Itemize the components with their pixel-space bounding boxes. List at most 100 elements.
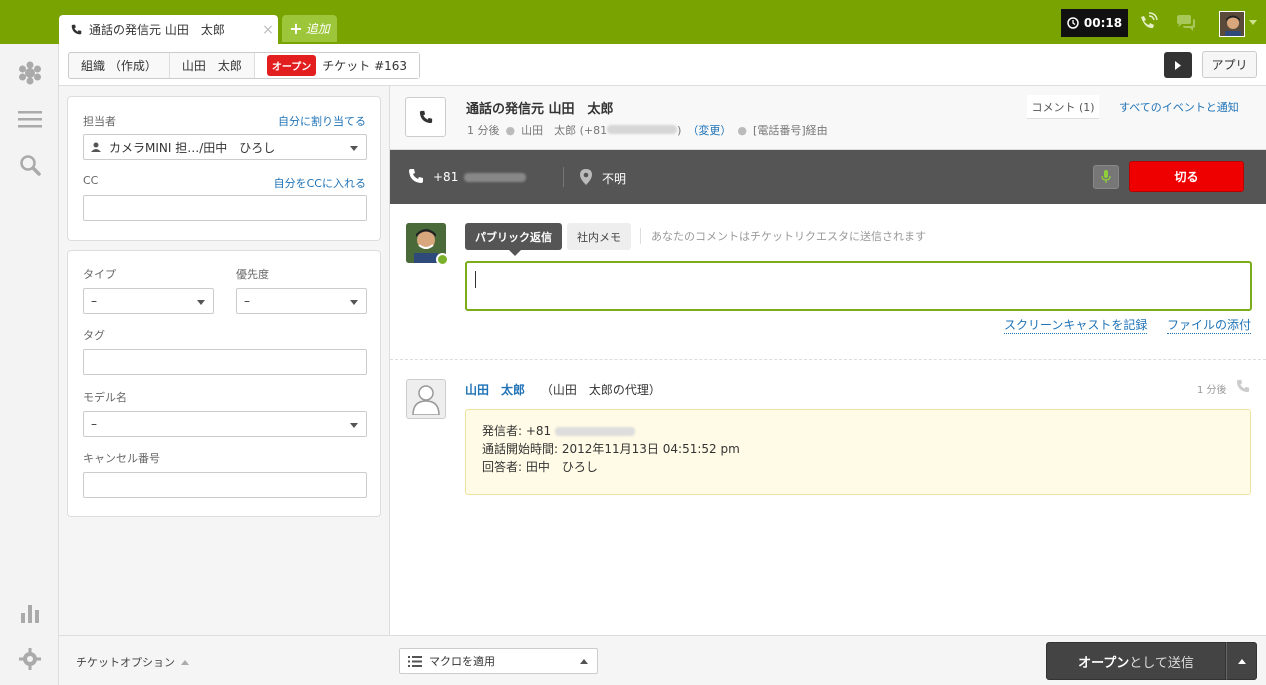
breadcrumb: 組織 （作成） 山田 太郎 オープン チケット #163 <box>68 52 421 79</box>
tags-input[interactable] <box>83 349 367 375</box>
ticket-title: 通話の発信元 山田 太郎 <box>466 102 614 117</box>
call-bar: +81 不明 切る <box>390 150 1266 204</box>
author-link[interactable]: 山田 太郎 <box>465 383 525 397</box>
model-value: – <box>91 417 97 431</box>
comment-count-tab[interactable]: コメント (1) <box>1027 95 1099 119</box>
tab-title: 通話の発信元 山田 太郎 <box>89 23 225 37</box>
list-icon <box>408 655 422 667</box>
timer-value: 00:18 <box>1083 16 1123 30</box>
assign-to-self-link[interactable]: 自分に割り当てる <box>278 113 366 129</box>
status-badge: オープン <box>266 55 317 76</box>
add-tab-button[interactable]: + 追加 <box>282 15 337 42</box>
mute-button[interactable] <box>1093 165 1119 189</box>
chevron-down-icon <box>350 300 358 305</box>
person-icon <box>91 142 101 152</box>
close-tab-icon[interactable]: × <box>258 22 278 38</box>
phone-icon <box>71 24 83 35</box>
assignee-label: 担当者 <box>83 115 116 128</box>
plus-icon: + <box>289 19 303 38</box>
clock-icon <box>1067 17 1079 29</box>
call-details: 発信者: +81 通話開始時間: 2012年11月13日 04:51:52 pm… <box>465 409 1251 495</box>
submit-options-button[interactable] <box>1226 642 1257 680</box>
redacted-number <box>555 427 636 436</box>
ticket-properties-panel: 担当者 自分に割り当てる カメラMINI 担…/田中 ひろし CC 自分をCCに… <box>59 86 390 635</box>
breadcrumb-org[interactable]: 組織 （作成） <box>69 53 170 78</box>
priority-label: 優先度 <box>236 268 269 281</box>
ticket-options-toggle[interactable]: チケットオプション <box>76 654 189 670</box>
ticket-number: チケット #163 <box>322 59 408 73</box>
model-label: モデル名 <box>83 391 127 404</box>
author-proxy: （山田 太郎の代理） <box>540 383 661 397</box>
left-nav <box>0 44 59 685</box>
type-select[interactable]: – <box>83 288 214 314</box>
play-button[interactable] <box>1164 52 1192 78</box>
breadcrumb-ticket[interactable]: オープン チケット #163 <box>254 53 420 78</box>
macro-label: マクロを適用 <box>429 655 495 668</box>
assignee-card: 担当者 自分に割り当てる カメラMINI 担…/田中 ひろし CC 自分をCCに… <box>67 96 381 241</box>
apply-macro-select[interactable]: マクロを適用 <box>399 648 598 674</box>
cc-self-link[interactable]: 自分をCCに入れる <box>274 175 366 191</box>
requester-avatar <box>406 379 446 419</box>
chevron-up-icon <box>181 659 189 665</box>
ticket-time: 1 分後 <box>467 124 500 137</box>
bottom-bar: チケットオプション マクロを適用 オープン として送信 <box>59 635 1266 685</box>
assignee-value: カメラMINI 担…/田中 ひろし <box>109 140 276 155</box>
redacted-number <box>607 125 678 134</box>
fields-card: タイプ 優先度 – – タグ モデル名 – キャンセル番号 <box>67 250 381 517</box>
assignee-select[interactable]: カメラMINI 担…/田中 ひろし <box>83 134 367 160</box>
caller-number: +81 <box>433 170 527 184</box>
breadcrumb-user[interactable]: 山田 太郎 <box>170 53 255 78</box>
internal-note-tab[interactable]: 社内メモ <box>567 223 631 250</box>
apps-button[interactable]: アプリ <box>1202 51 1257 78</box>
voice-icon[interactable] <box>1137 12 1159 32</box>
public-reply-tab[interactable]: パブリック返信 <box>465 223 562 256</box>
cc-label: CC <box>83 174 99 187</box>
answerer-line: 回答者: 田中 ひろし <box>482 460 598 474</box>
comment-textarea[interactable] <box>465 261 1252 311</box>
text-cursor <box>475 271 476 288</box>
tags-label: タグ <box>83 329 105 342</box>
ticket-tab[interactable]: 通話の発信元 山田 太郎 × <box>59 15 278 44</box>
phone-icon <box>419 110 432 124</box>
user-avatar[interactable] <box>1219 11 1245 37</box>
all-events-link[interactable]: すべてのイベントと通知 <box>1119 99 1239 115</box>
chevron-down-icon[interactable] <box>1249 20 1257 25</box>
chevron-down-icon <box>350 146 358 151</box>
reports-icon[interactable] <box>17 600 43 626</box>
attach-file-link[interactable]: ファイルの添付 <box>1167 316 1252 334</box>
cancel-number-input[interactable] <box>83 472 367 498</box>
search-icon[interactable] <box>17 152 43 178</box>
gear-icon[interactable] <box>17 646 43 672</box>
views-icon[interactable] <box>17 60 43 86</box>
call-start-line: 通話開始時間: 2012年11月13日 04:51:52 pm <box>482 442 740 456</box>
change-requester-link[interactable]: （変更） <box>687 122 731 138</box>
reply-hint: あなたのコメントはチケットリクエスタに送信されます <box>640 228 926 244</box>
top-bar: 通話の発信元 山田 太郎 × + 追加 00:18 <box>0 0 1266 44</box>
record-screencast-link[interactable]: スクリーンキャストを記録 <box>1004 316 1148 334</box>
event-time: 1 分後 <box>1197 385 1227 396</box>
model-select[interactable]: – <box>83 411 367 437</box>
menu-icon[interactable] <box>17 106 43 132</box>
phone-icon <box>1236 379 1250 393</box>
hangup-button[interactable]: 切る <box>1129 161 1244 192</box>
submit-as-open-button[interactable]: オープン として送信 <box>1046 642 1226 680</box>
add-tab-label: 追加 <box>305 22 330 36</box>
ticket-main: 通話の発信元 山田 太郎 1 分後 ● 山田 太郎 (+81) （変更） ● [… <box>390 86 1266 635</box>
chevron-down-icon <box>350 423 358 428</box>
caller-line: 発信者: +81 <box>482 422 1234 440</box>
call-timer[interactable]: 00:18 <box>1061 9 1128 37</box>
online-status-icon <box>436 253 449 266</box>
breadcrumb-bar: 組織 （作成） 山田 太郎 オープン チケット #163 アプリ <box>59 44 1266 86</box>
location-pin-icon <box>580 169 592 185</box>
ticket-meta: 1 分後 ● 山田 太郎 (+81) （変更） ● [電話番号]経由 <box>467 122 828 138</box>
play-icon <box>1175 60 1181 70</box>
reply-area: パブリック返信 社内メモ あなたのコメントはチケットリクエスタに送信されます ス… <box>390 204 1266 360</box>
chat-icon[interactable] <box>1175 14 1197 32</box>
chevron-up-icon <box>580 659 588 664</box>
ticket-options-label: チケットオプション <box>76 656 175 669</box>
cc-input[interactable] <box>83 195 367 221</box>
microphone-icon <box>1101 170 1111 183</box>
caller-location: 不明 <box>602 172 627 186</box>
priority-select[interactable]: – <box>236 288 367 314</box>
ticket-requester: 山田 太郎 (+81) <box>521 124 682 137</box>
